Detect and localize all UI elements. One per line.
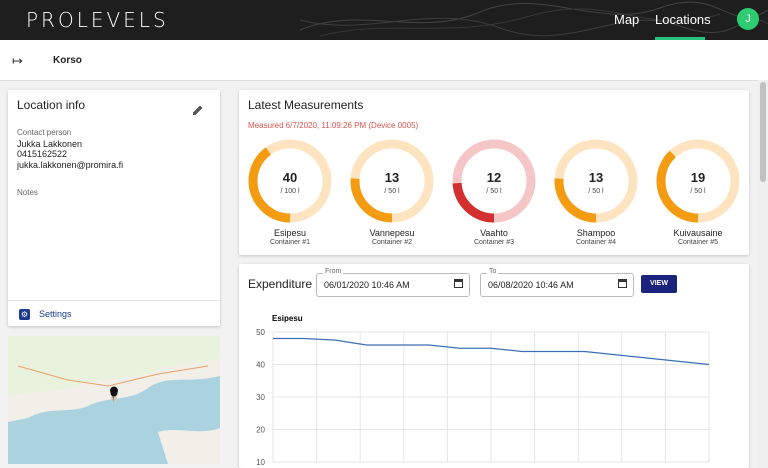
edit-pencil-icon[interactable] xyxy=(192,104,204,116)
map-graphic xyxy=(8,336,220,464)
location-subheader: ↦ Korso xyxy=(0,40,768,81)
latest-measurements-title: Latest Measurements xyxy=(248,98,364,112)
y-tick-label: 10 xyxy=(256,458,265,467)
gauge-container-label: Container #1 xyxy=(269,239,311,246)
contact-name: Jukka Lakkonen xyxy=(17,138,83,149)
location-name: Korso xyxy=(53,55,82,66)
gauge-name: Esipesu xyxy=(273,228,307,238)
gauge-value: 13 xyxy=(588,170,604,185)
gauge-container-1: 40 / 100 l Esipesu Container #1 xyxy=(245,138,335,246)
gauge-value: 40 xyxy=(282,170,298,185)
gauge-name: Shampoo xyxy=(576,228,616,238)
y-tick-label: 40 xyxy=(256,361,265,370)
gauge-container-label: Container #4 xyxy=(575,239,617,246)
gauge-value: 13 xyxy=(384,170,400,185)
gauge-capacity: / 50 l xyxy=(384,188,400,195)
location-info-title: Location info xyxy=(17,98,86,112)
gauge-container-2: 13 / 50 l Vannepesu Container #2 xyxy=(347,138,437,246)
nav-map[interactable]: Map xyxy=(614,12,639,27)
notes-label: Notes xyxy=(17,188,38,197)
latest-measurements-card: Latest Measurements Measured 6/7/2020, 1… xyxy=(239,90,749,255)
contact-email: jukka.lakkonen@promira.fi xyxy=(17,159,124,170)
expenditure-chart: Esipesu 50 40 30 20 10 xyxy=(256,314,710,467)
gauge-name: Vannepesu xyxy=(369,228,415,238)
gauge-container-label: Container #2 xyxy=(371,239,413,246)
gauge-container-label: Container #5 xyxy=(677,239,719,246)
settings-link[interactable]: ⚙ Settings xyxy=(8,300,220,327)
scrollbar-thumb[interactable] xyxy=(760,82,766,182)
gauge-capacity: / 100 l xyxy=(280,188,300,195)
gauge-capacity: / 50 l xyxy=(588,188,604,195)
from-date-field[interactable]: From 06/01/2020 10:46 AM xyxy=(316,268,470,297)
location-info-card: Location info Contact person Jukka Lakko… xyxy=(8,90,220,326)
gauge-value: 12 xyxy=(486,170,502,185)
gauge-name: Vaahto xyxy=(480,228,508,238)
from-value: 06/01/2020 10:46 AM xyxy=(324,280,410,290)
contact-phone: 0415162522 xyxy=(17,149,68,159)
gauge-name: Kuivausaine xyxy=(673,228,723,238)
measured-timestamp: Measured 6/7/2020, 11:09:26 PM (Device 0… xyxy=(248,121,419,130)
expenditure-title: Expenditure xyxy=(248,277,313,291)
gauge-capacity: / 50 l xyxy=(486,188,502,195)
gauge-capacity: / 50 l xyxy=(690,188,706,195)
to-date-field[interactable]: To 06/08/2020 10:46 AM xyxy=(480,268,634,297)
y-tick-label: 20 xyxy=(256,426,265,435)
settings-label: Settings xyxy=(39,309,72,319)
from-label: From xyxy=(323,268,344,275)
y-tick-label: 30 xyxy=(256,393,265,402)
top-app-bar: PROLEVELS Map Locations J xyxy=(0,0,768,40)
view-button[interactable]: VIEW xyxy=(641,275,677,293)
contact-details: Contact person Jukka Lakkonen 0415162522… xyxy=(17,128,123,170)
calendar-icon[interactable] xyxy=(618,279,627,288)
expenditure-card: Expenditure From 06/01/2020 10:46 AM To … xyxy=(239,264,749,468)
app-logo[interactable]: PROLEVELS xyxy=(26,8,169,32)
gauge-container-5: 19 / 50 l Kuivausaine Container #5 xyxy=(653,138,743,246)
to-value: 06/08/2020 10:46 AM xyxy=(488,280,574,290)
user-avatar[interactable]: J xyxy=(737,8,759,30)
location-map[interactable] xyxy=(8,336,220,464)
y-tick-label: 50 xyxy=(256,328,265,337)
contact-person-label: Contact person xyxy=(17,128,72,137)
nav-locations[interactable]: Locations xyxy=(655,12,711,27)
to-label: To xyxy=(487,268,499,275)
calendar-icon[interactable] xyxy=(454,279,463,288)
page-scrollbar[interactable] xyxy=(758,80,768,468)
gauge-value: 19 xyxy=(690,170,706,185)
gauge-container-4: 13 / 50 l Shampoo Container #4 xyxy=(551,138,641,246)
exit-arrow-icon[interactable]: ↦ xyxy=(12,53,23,69)
chart-title: Esipesu xyxy=(272,314,303,323)
settings-gear-icon: ⚙ xyxy=(19,309,30,320)
gauge-container-label: Container #3 xyxy=(473,239,515,246)
gauge-container-3: 12 / 50 l Vaahto Container #3 xyxy=(449,138,539,246)
